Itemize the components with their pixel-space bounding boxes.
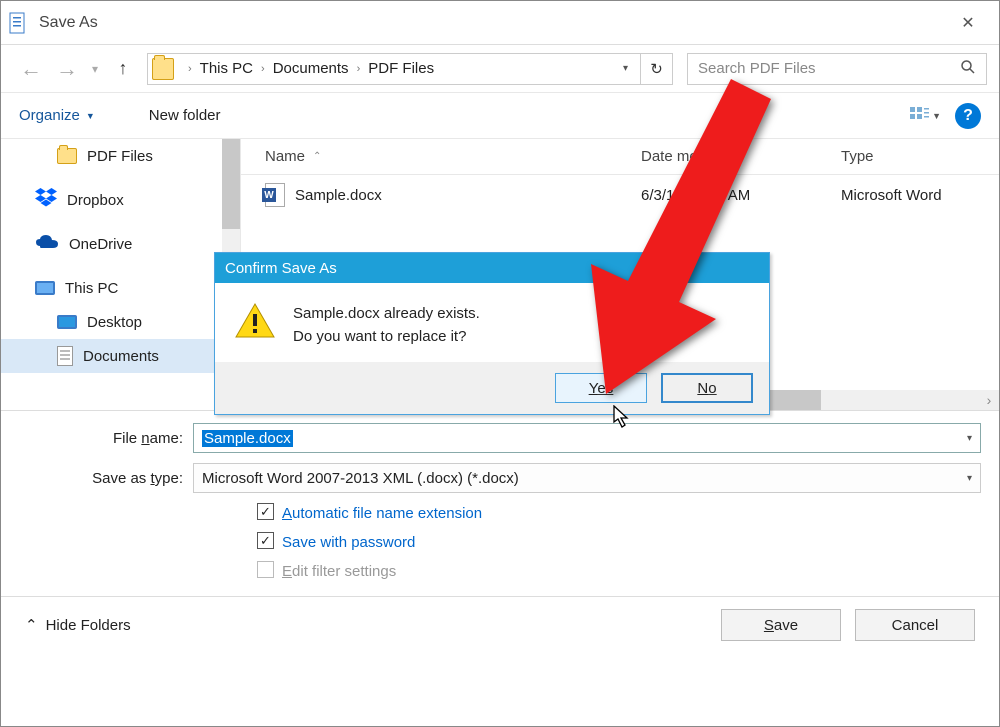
- column-headers: Name ⌃ Date modified Type: [241, 139, 999, 175]
- monitor-icon: [35, 281, 55, 295]
- filename-value: Sample.docx: [202, 430, 293, 447]
- checkbox-icon: ✓: [257, 503, 274, 520]
- dialog-message: Sample.docx already exists. Do you want …: [293, 303, 480, 348]
- refresh-button[interactable]: ↻: [641, 53, 673, 85]
- savetype-label: Save as type:: [19, 470, 193, 487]
- organize-menu[interactable]: Organize▼: [19, 107, 95, 124]
- savetype-value: Microsoft Word 2007-2013 XML (.docx) (*.…: [202, 470, 519, 487]
- dropbox-icon: [35, 188, 57, 212]
- monitor-icon: [57, 315, 77, 329]
- column-name[interactable]: Name ⌃: [241, 148, 641, 165]
- breadcrumb-documents[interactable]: Documents: [273, 60, 349, 77]
- back-button[interactable]: ←: [13, 51, 49, 87]
- checkbox-edit-filter: Edit filter settings: [19, 561, 981, 582]
- sidebar: PDF Files Dropbox OneDrive This PC Deskt…: [1, 139, 241, 410]
- onedrive-icon: [35, 234, 59, 254]
- checkbox-icon: ✓: [257, 532, 274, 549]
- view-options-button[interactable]: ▼: [910, 107, 941, 125]
- dropdown-icon[interactable]: ▾: [967, 473, 972, 484]
- confirm-dialog: Confirm Save As Sample.docx already exis…: [214, 252, 770, 415]
- history-dropdown[interactable]: ▾: [85, 51, 105, 87]
- sidebar-item-label: Dropbox: [67, 192, 124, 209]
- dropdown-icon[interactable]: ▾: [967, 433, 972, 444]
- sidebar-item-label: Documents: [83, 348, 159, 365]
- filename-label: File name:: [19, 430, 193, 447]
- sidebar-item-label: PDF Files: [87, 148, 153, 165]
- up-button[interactable]: ↑: [105, 51, 141, 87]
- warning-icon: [235, 303, 275, 339]
- cancel-button[interactable]: Cancel: [855, 609, 975, 641]
- hide-folders-button[interactable]: ⌃ Hide Folders: [25, 616, 131, 634]
- save-form: File name: Sample.docx ▾ Save as type: M…: [1, 411, 999, 597]
- address-dropdown-icon[interactable]: ▾: [623, 63, 628, 74]
- folder-icon: [152, 58, 174, 80]
- checkbox-icon: [257, 561, 274, 578]
- sidebar-item-desktop[interactable]: Desktop: [1, 305, 240, 339]
- chevron-icon: ›: [357, 63, 361, 75]
- new-folder-button[interactable]: New folder: [149, 107, 221, 124]
- search-icon: [960, 59, 976, 79]
- toolbar: Organize▼ New folder ▼ ?: [1, 93, 999, 139]
- address-bar[interactable]: › This PC › Documents › PDF Files ▾: [147, 53, 641, 85]
- title-bar: Save As ✕: [1, 1, 999, 45]
- breadcrumb-root[interactable]: This PC: [200, 60, 253, 77]
- sidebar-item-label: This PC: [65, 280, 118, 297]
- window-title: Save As: [39, 14, 98, 32]
- file-row[interactable]: Sample.docx 6/3/16 12:28 AM Microsoft Wo…: [241, 175, 999, 215]
- search-placeholder: Search PDF Files: [698, 60, 816, 77]
- dialog-title: Confirm Save As: [215, 253, 769, 283]
- sidebar-item-this-pc[interactable]: This PC: [1, 271, 240, 305]
- nav-row: ← → ▾ ↑ › This PC › Documents › PDF File…: [1, 45, 999, 93]
- sort-indicator-icon: ⌃: [313, 151, 321, 162]
- chevron-icon: ›: [261, 63, 265, 75]
- savetype-select[interactable]: Microsoft Word 2007-2013 XML (.docx) (*.…: [193, 463, 981, 493]
- file-date: 6/3/16 12:28 AM: [641, 187, 841, 204]
- checkbox-save-password[interactable]: ✓ Save with password: [19, 532, 981, 553]
- footer: ⌃ Hide Folders Save Cancel: [1, 597, 999, 653]
- chevron-icon: ›: [188, 63, 192, 75]
- search-input[interactable]: Search PDF Files: [687, 53, 987, 85]
- sidebar-item-onedrive[interactable]: OneDrive: [1, 227, 240, 261]
- help-button[interactable]: ?: [955, 103, 981, 129]
- file-type: Microsoft Word: [841, 187, 999, 204]
- sidebar-item-pdf-files[interactable]: PDF Files: [1, 139, 240, 173]
- chevron-up-icon: ⌃: [25, 616, 38, 634]
- document-icon: [57, 346, 73, 366]
- folder-icon: [57, 148, 77, 164]
- filename-input[interactable]: Sample.docx ▾: [193, 423, 981, 453]
- breadcrumb-leaf[interactable]: PDF Files: [368, 60, 434, 77]
- sidebar-item-label: OneDrive: [69, 236, 132, 253]
- save-button[interactable]: Save: [721, 609, 841, 641]
- close-button[interactable]: ✕: [945, 8, 991, 38]
- sidebar-item-documents[interactable]: Documents: [1, 339, 240, 373]
- yes-button[interactable]: Yes: [555, 373, 647, 403]
- checkbox-auto-extension[interactable]: ✓ Automatic file name extension: [19, 503, 981, 524]
- word-file-icon: [265, 183, 285, 207]
- column-date[interactable]: Date modified: [641, 148, 841, 165]
- sidebar-item-label: Desktop: [87, 314, 142, 331]
- forward-button[interactable]: →: [49, 51, 85, 87]
- file-name: Sample.docx: [295, 187, 382, 204]
- no-button[interactable]: No: [661, 373, 753, 403]
- app-icon: [9, 12, 27, 34]
- sidebar-item-dropbox[interactable]: Dropbox: [1, 183, 240, 217]
- column-type[interactable]: Type: [841, 148, 999, 165]
